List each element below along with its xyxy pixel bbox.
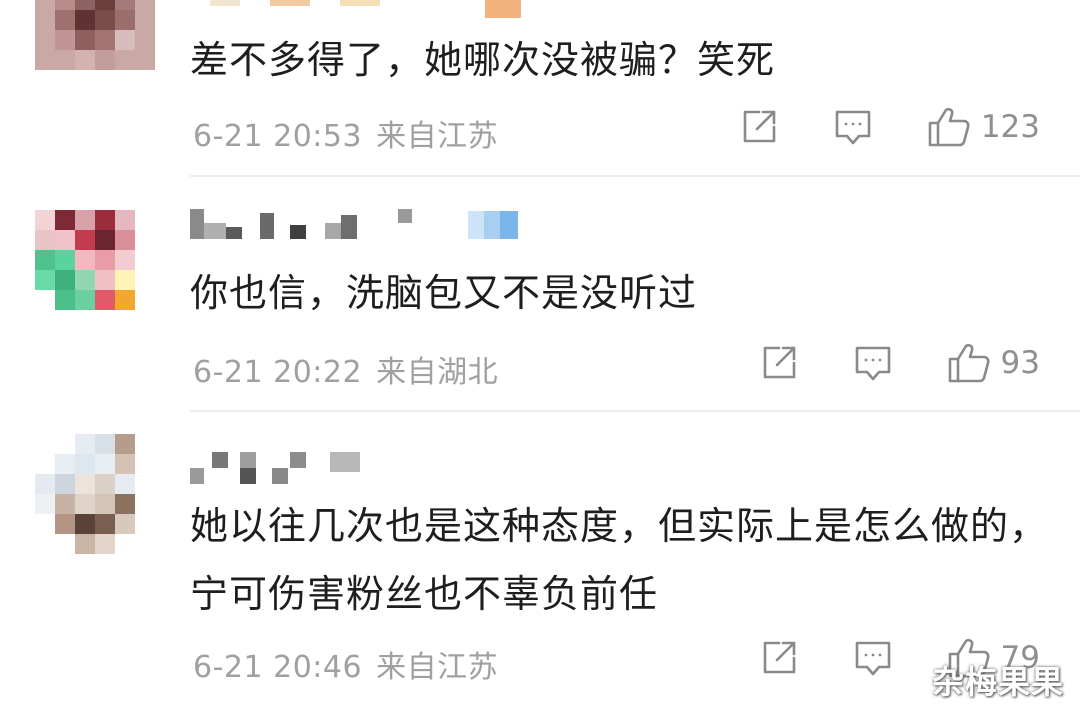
share-icon	[743, 110, 776, 143]
comment-text: 你也信，洗脑包又不是没听过	[190, 271, 698, 315]
comment-text: 她以往几次也是这种态度，但实际上是怎么做的，宁可伤害粉丝也不辜负前任	[190, 504, 1049, 616]
like-button[interactable]: 123	[927, 106, 1040, 148]
like-count: 93	[1000, 345, 1040, 381]
comment-time: 6-21 20:46	[193, 650, 363, 685]
comment-location: 来自湖北	[376, 355, 499, 390]
comment-meta: 6-21 20:22 来自湖北	[193, 347, 498, 391]
watermark: 杂梅果果	[931, 663, 1064, 701]
share-button[interactable]	[739, 107, 779, 147]
reply-button[interactable]	[853, 343, 893, 383]
comment-icon	[855, 346, 890, 381]
comment-icon	[855, 641, 890, 676]
share-button[interactable]	[759, 638, 799, 678]
comment-item: 差不多得了，她哪次没被骗？笑死 6-21 20:53 来自江苏 123	[0, 0, 1080, 176]
comment-text: 差不多得了，她哪次没被骗？笑死	[190, 38, 776, 82]
share-icon	[763, 346, 795, 379]
avatar[interactable]	[35, 210, 155, 330]
comment-item: 她以往几次也是这种态度，但实际上是怎么做的，宁可伤害粉丝也不辜负前任 6-21 …	[0, 412, 1080, 715]
like-button[interactable]: 93	[947, 342, 1040, 384]
username-blurred	[210, 0, 521, 18]
share-icon	[763, 641, 795, 674]
thumbs-up-icon	[948, 343, 990, 383]
share-button[interactable]	[759, 343, 799, 383]
comment-time: 6-21 20:53	[193, 119, 363, 154]
avatar[interactable]	[35, 434, 155, 554]
comment-actions: 123	[739, 106, 1040, 148]
comment-actions: 93	[759, 342, 1040, 384]
like-count: 123	[980, 109, 1040, 145]
avatar[interactable]	[35, 0, 155, 90]
reply-button[interactable]	[833, 107, 873, 147]
comment-meta: 6-21 20:53 来自江苏	[193, 111, 498, 155]
thumbs-up-icon	[928, 107, 970, 147]
comment-time: 6-21 20:22	[193, 355, 363, 390]
comment-location: 来自江苏	[376, 650, 499, 685]
comment-location: 来自江苏	[376, 119, 499, 154]
username-blurred	[190, 452, 360, 484]
reply-button[interactable]	[853, 638, 893, 678]
comment-icon	[835, 110, 871, 145]
comment-meta: 6-21 20:46 来自江苏	[193, 642, 498, 686]
username-blurred	[190, 209, 518, 239]
comment-item: 你也信，洗脑包又不是没听过 6-21 20:22 来自湖北 93	[0, 177, 1080, 412]
